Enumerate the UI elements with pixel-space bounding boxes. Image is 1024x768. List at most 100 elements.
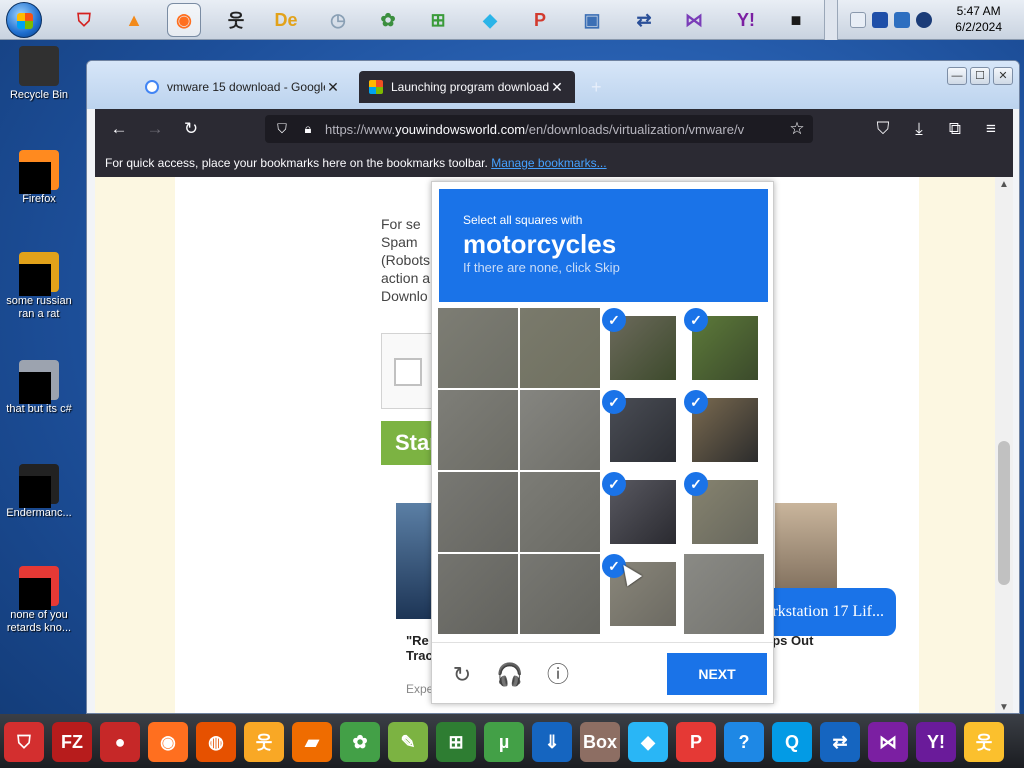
filezilla-icon[interactable]: FZ [52, 722, 92, 762]
recaptcha-checkbox[interactable] [394, 358, 422, 386]
volume-icon[interactable] [916, 12, 932, 28]
vlc-icon[interactable]: ▲ [118, 4, 150, 36]
back-button[interactable]: ← [107, 117, 131, 141]
scrollbar-thumb[interactable] [998, 441, 1010, 585]
download-app-icon[interactable]: ⇓ [532, 722, 572, 762]
remote-app-icon[interactable]: ⇄ [628, 4, 660, 36]
visual-studio-icon[interactable]: ⋈ [678, 4, 710, 36]
black-box-icon[interactable]: ■ [780, 4, 812, 36]
checkmark-icon: ✓ [684, 390, 708, 414]
captcha-tile[interactable]: ✓ [520, 554, 600, 634]
diamond-icon[interactable]: ◆ [628, 722, 668, 762]
tab-vmware-search[interactable]: vmware 15 download - Google ✕ [135, 71, 351, 103]
lock-icon[interactable]: 🔒︎ [299, 121, 317, 137]
flower-icon[interactable]: ✿ [372, 4, 404, 36]
orange-app-icon[interactable]: ▰ [292, 722, 332, 762]
close-window-button[interactable]: ✕ [993, 67, 1013, 85]
new-tab-button[interactable]: + [591, 77, 602, 98]
tray-scroll-handle[interactable] [824, 0, 838, 40]
manage-bookmarks-link[interactable]: Manage bookmarks... [491, 156, 606, 170]
red-creature-icon[interactable]: ● [100, 722, 140, 762]
green-note-icon[interactable]: ✎ [388, 722, 428, 762]
info-icon[interactable]: ⓘ [544, 661, 572, 689]
orange-ball-icon[interactable]: ◍ [196, 722, 236, 762]
monitor-app-icon[interactable]: ▣ [576, 4, 608, 36]
tab-launching-program[interactable]: Launching program download ✕ [359, 71, 575, 103]
help-icon[interactable]: ? [724, 722, 764, 762]
tracking-shield-icon[interactable]: ⛉ [273, 121, 291, 137]
scroll-up-icon[interactable]: ▲ [995, 179, 1013, 190]
diamond-icon[interactable]: ◆ [474, 4, 506, 36]
runner-icon[interactable]: 웃 [220, 4, 252, 36]
captcha-tile[interactable]: ✓ [684, 390, 764, 470]
tab-close-icon[interactable]: ✕ [549, 79, 565, 96]
page-scrollbar[interactable]: ▲ ▼ [995, 177, 1013, 713]
desktop-icon[interactable]: some russian ran a rat [2, 252, 76, 321]
flower-icon[interactable]: ✿ [340, 722, 380, 762]
forward-button[interactable]: → [143, 117, 167, 141]
bookmark-star-icon[interactable]: ☆ [785, 117, 809, 141]
de-app-icon[interactable]: De [270, 4, 302, 36]
article-title[interactable]: "Re Trac [406, 633, 433, 663]
visual-studio-icon[interactable]: ⋈ [868, 722, 908, 762]
reload-button[interactable]: ↻ [179, 117, 203, 141]
captcha-tile[interactable]: ✓ [438, 308, 518, 388]
tray-expand-icon[interactable] [850, 12, 866, 28]
start-download-button[interactable]: Star [381, 421, 438, 465]
runner-gold-icon[interactable]: 웃 [964, 722, 1004, 762]
menu-icon[interactable]: ≡ [979, 117, 1003, 141]
yahoo-messenger-icon[interactable]: Y! [730, 4, 762, 36]
desktop-icon[interactable]: none of you retards kno... [2, 566, 76, 635]
box-icon[interactable]: Box [580, 722, 620, 762]
captcha-tile[interactable]: ✓ [602, 390, 682, 470]
scroll-down-icon[interactable]: ▼ [995, 702, 1013, 713]
article-thumbnail[interactable] [396, 503, 434, 619]
headphones-icon[interactable]: 🎧 [496, 661, 524, 689]
windows-icon[interactable]: ⊞ [422, 4, 454, 36]
firefox-icon[interactable]: ◉ [148, 722, 188, 762]
minimize-button[interactable]: — [947, 67, 967, 85]
adobe-reader-icon[interactable]: ⛉ [68, 4, 100, 36]
start-button[interactable] [6, 2, 42, 38]
captcha-tile[interactable]: ✓ [520, 472, 600, 552]
desktop-icon[interactable]: Endermanc... [2, 464, 76, 520]
extensions-icon[interactable]: ⧉ [943, 117, 967, 141]
captcha-tile[interactable]: ✓ [684, 472, 764, 552]
clock-icon[interactable]: ◷ [322, 4, 354, 36]
desktop-icon-label: Firefox [22, 193, 56, 205]
url-bar[interactable]: ⛉ 🔒︎ https://www.youwindowsworld.com/en/… [265, 115, 813, 143]
desktop-icon[interactable]: Firefox [2, 150, 76, 206]
remote-app-icon[interactable]: ⇄ [820, 722, 860, 762]
shield-icon[interactable] [872, 12, 888, 28]
captcha-tile[interactable]: ✓ [684, 554, 764, 634]
captcha-tile[interactable]: ✓ [602, 472, 682, 552]
captcha-tile[interactable]: ✓ [520, 308, 600, 388]
desktop-icon[interactable]: that but its c# [2, 360, 76, 416]
maximize-button[interactable]: ☐ [970, 67, 990, 85]
p-app-icon[interactable]: P [676, 722, 716, 762]
firefox-icon[interactable]: ◉ [167, 3, 201, 37]
yahoo-messenger-icon[interactable]: Y! [916, 722, 956, 762]
captcha-tile[interactable]: ✓ [684, 308, 764, 388]
tab-close-icon[interactable]: ✕ [325, 79, 341, 96]
captcha-tile[interactable]: ✓ [438, 390, 518, 470]
captcha-tile[interactable]: ✓ [438, 472, 518, 552]
next-button[interactable]: NEXT [667, 653, 767, 695]
network-icon[interactable] [894, 12, 910, 28]
captcha-tile[interactable]: ✓ [520, 390, 600, 470]
captcha-tile[interactable]: ✓ [602, 308, 682, 388]
windows-icon[interactable]: ⊞ [436, 722, 476, 762]
utorrent-icon[interactable]: µ [484, 722, 524, 762]
downloads-icon[interactable]: ⤓ [907, 117, 931, 141]
url-text[interactable]: https://www.youwindowsworld.com/en/downl… [325, 122, 805, 137]
pocket-icon[interactable]: ⛉ [871, 117, 895, 141]
p-app-icon[interactable]: P [524, 4, 556, 36]
reload-icon[interactable]: ↻ [448, 661, 476, 689]
captcha-tile[interactable]: ✓ [602, 554, 682, 634]
pdf-icon[interactable]: ⛉ [4, 722, 44, 762]
runner-icon[interactable]: 웃 [244, 722, 284, 762]
captcha-tile[interactable]: ✓ [438, 554, 518, 634]
qt-icon[interactable]: Q [772, 722, 812, 762]
desktop-icon[interactable]: Recycle Bin [2, 46, 76, 102]
tray-clock[interactable]: 5:47 AM 6/2/2024 [955, 3, 1002, 35]
